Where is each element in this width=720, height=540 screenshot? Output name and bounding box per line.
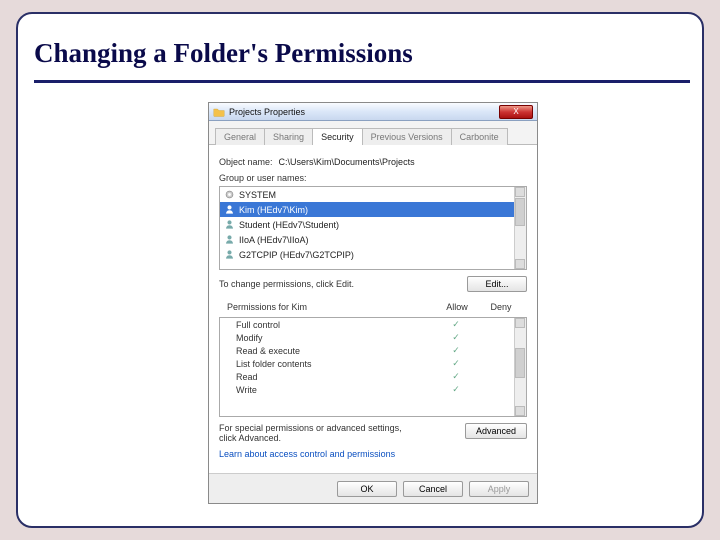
- ok-button[interactable]: OK: [337, 481, 397, 497]
- user-icon: [224, 204, 235, 215]
- list-item[interactable]: Kim (HEdv7\Kim): [220, 202, 526, 217]
- user-list[interactable]: SYSTEM Kim (HEdv7\Kim) Student (HEdv7\Stud…: [219, 186, 527, 270]
- table-row: Full control✓: [220, 318, 526, 331]
- slide-frame: Changing a Folder's Permissions Projects…: [16, 12, 704, 528]
- user-name: G2TCPIP (HEdv7\G2TCPIP): [239, 250, 354, 260]
- slide-title: Changing a Folder's Permissions: [34, 38, 413, 69]
- allow-check-icon: ✓: [434, 371, 478, 382]
- allow-check-icon: ✓: [434, 345, 478, 356]
- tab-general[interactable]: General: [215, 128, 265, 145]
- tab-sharing[interactable]: Sharing: [264, 128, 313, 145]
- allow-check-icon: ✓: [434, 319, 478, 330]
- user-icon: [224, 234, 235, 245]
- deny-header: Deny: [479, 302, 523, 312]
- table-row: Write✓: [220, 383, 526, 396]
- user-name: Student (HEdv7\Student): [239, 220, 339, 230]
- object-name-value: C:\Users\Kim\Documents\Projects: [279, 157, 415, 167]
- edit-button[interactable]: Edit...: [467, 276, 527, 292]
- table-row: Read & execute✓: [220, 344, 526, 357]
- window-title: Projects Properties: [229, 107, 499, 117]
- tab-carbonite[interactable]: Carbonite: [451, 128, 508, 145]
- tab-security[interactable]: Security: [312, 128, 363, 145]
- user-name: IIoA (HEdv7\IIoA): [239, 235, 309, 245]
- permission-name: Full control: [236, 320, 434, 330]
- object-name-label: Object name:: [219, 157, 273, 167]
- dialog-body: Object name: C:\Users\Kim\Documents\Proj…: [209, 145, 537, 473]
- user-name: Kim (HEdv7\Kim): [239, 205, 308, 215]
- permission-name: Read & execute: [236, 346, 434, 356]
- scroll-up-icon[interactable]: [515, 318, 525, 328]
- allow-check-icon: ✓: [434, 358, 478, 369]
- list-item[interactable]: G2TCPIP (HEdv7\G2TCPIP): [220, 247, 526, 262]
- user-icon: [224, 219, 235, 230]
- scroll-thumb[interactable]: [515, 348, 525, 378]
- permission-name: Modify: [236, 333, 434, 343]
- list-item[interactable]: Student (HEdv7\Student): [220, 217, 526, 232]
- scroll-thumb[interactable]: [515, 198, 525, 226]
- learn-link[interactable]: Learn about access control and permissio…: [219, 449, 527, 459]
- permission-name: Read: [236, 372, 434, 382]
- permission-name: Write: [236, 385, 434, 395]
- allow-check-icon: ✓: [434, 384, 478, 395]
- folder-icon: [213, 106, 225, 118]
- table-row: Read✓: [220, 370, 526, 383]
- user-name: SYSTEM: [239, 190, 276, 200]
- permissions-header: Permissions for Kim: [227, 302, 435, 312]
- table-row: List folder contents✓: [220, 357, 526, 370]
- properties-dialog: Projects Properties X General Sharing Se…: [208, 102, 538, 504]
- title-rule: [34, 80, 690, 83]
- list-item[interactable]: SYSTEM: [220, 187, 526, 202]
- user-icon: [224, 249, 235, 260]
- tab-strip: General Sharing Security Previous Versio…: [209, 121, 537, 145]
- scroll-down-icon[interactable]: [515, 259, 525, 269]
- edit-hint: To change permissions, click Edit.: [219, 279, 354, 289]
- scroll-down-icon[interactable]: [515, 406, 525, 416]
- table-row: Modify✓: [220, 331, 526, 344]
- advanced-hint: For special permissions or advanced sett…: [219, 423, 419, 443]
- permissions-scrollbar[interactable]: [514, 318, 526, 416]
- apply-button[interactable]: Apply: [469, 481, 529, 497]
- permission-name: List folder contents: [236, 359, 434, 369]
- titlebar[interactable]: Projects Properties X: [209, 103, 537, 121]
- list-item[interactable]: IIoA (HEdv7\IIoA): [220, 232, 526, 247]
- group-users-label: Group or user names:: [219, 173, 527, 183]
- user-list-scrollbar[interactable]: [514, 187, 526, 269]
- allow-check-icon: ✓: [434, 332, 478, 343]
- close-button[interactable]: X: [499, 105, 533, 119]
- tab-previous-versions[interactable]: Previous Versions: [362, 128, 452, 145]
- gear-icon: [224, 189, 235, 200]
- cancel-button[interactable]: Cancel: [403, 481, 463, 497]
- dialog-footer: OK Cancel Apply: [209, 473, 537, 503]
- permissions-table: Full control✓Modify✓Read & execute✓List …: [219, 317, 527, 417]
- allow-header: Allow: [435, 302, 479, 312]
- advanced-button[interactable]: Advanced: [465, 423, 527, 439]
- scroll-up-icon[interactable]: [515, 187, 525, 197]
